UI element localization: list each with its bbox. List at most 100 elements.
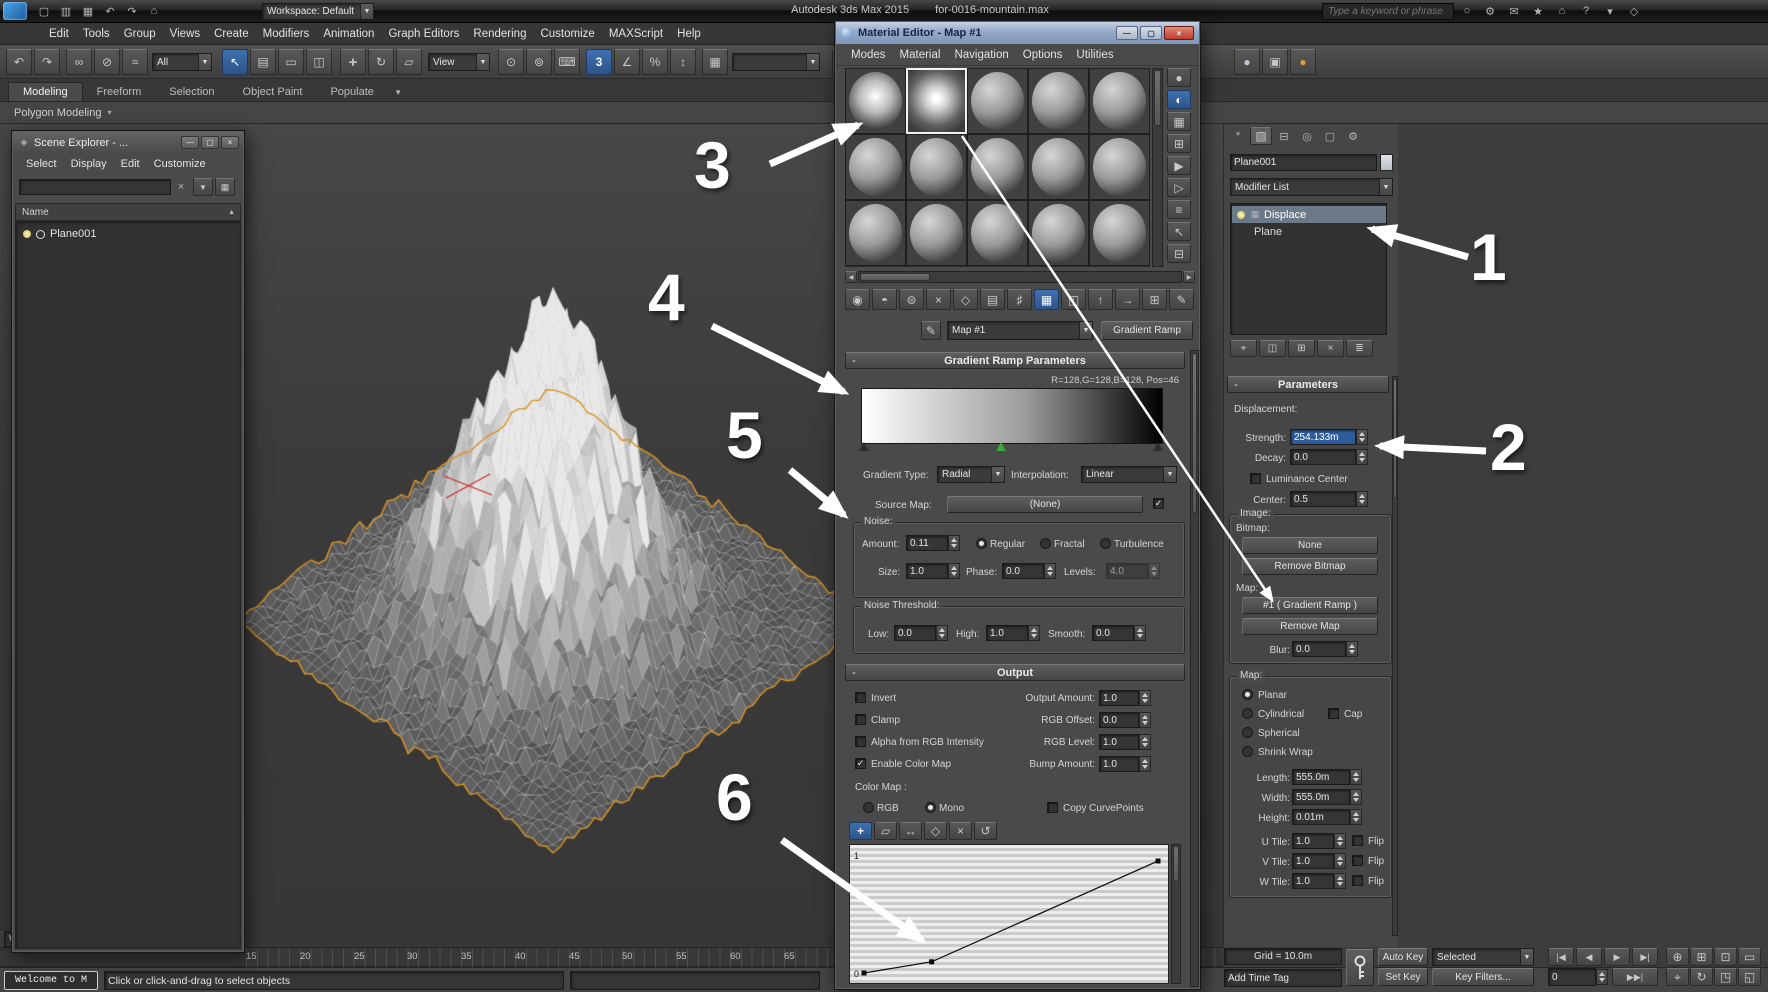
rgb-radio[interactable] (863, 802, 874, 813)
scroll-left-icon[interactable]: ◀ (845, 271, 857, 283)
auto-key-button[interactable]: Auto Key (1378, 948, 1428, 966)
name-column-header[interactable]: Name ▲ (15, 203, 241, 221)
output-rollout[interactable]: -Output (845, 664, 1185, 681)
high-field[interactable]: 1.0 (986, 625, 1028, 641)
smooth-spinner[interactable] (1134, 625, 1146, 641)
bitmap-none-button[interactable]: None (1242, 537, 1378, 554)
show-end-result-icon[interactable]: ◫ (1259, 340, 1286, 357)
go-forward-sibling-icon[interactable]: → (1115, 289, 1140, 310)
sample-slot-6[interactable] (845, 134, 906, 200)
select-move-icon[interactable]: + (340, 49, 366, 75)
menu-rendering[interactable]: Rendering (466, 26, 533, 42)
decay-field[interactable]: 0.0 (1290, 449, 1356, 465)
menu-maxscript[interactable]: MAXScript (602, 26, 670, 42)
tab-motion-icon[interactable]: ◎ (1296, 127, 1318, 145)
gradient-flag-end[interactable] (1153, 442, 1163, 451)
curve-scrollbar[interactable] (1171, 844, 1181, 984)
render-production-icon[interactable]: ● (1290, 49, 1316, 75)
height-field[interactable]: 0.01m (1292, 809, 1350, 825)
width-field[interactable]: 555.0m (1292, 789, 1350, 805)
blur-spinner[interactable] (1346, 641, 1358, 657)
welcome-button[interactable]: Welcome to M (4, 971, 98, 990)
rendered-frame-window-icon[interactable]: ▣ (1262, 49, 1288, 75)
select-object-icon[interactable]: ↖ (222, 49, 248, 75)
sign-in-icon[interactable]: ⚙ (1480, 2, 1500, 20)
material-editor-scrollbar[interactable] (1190, 350, 1199, 987)
luminance-center-checkbox[interactable] (1250, 473, 1261, 484)
low-field[interactable]: 0.0 (894, 625, 936, 641)
communication-icon[interactable]: ✉ (1504, 2, 1524, 20)
levels-field[interactable]: 4.0 (1106, 563, 1148, 579)
undo-icon[interactable]: ↶ (6, 49, 32, 75)
make-unique-icon[interactable]: ◇ (953, 289, 978, 310)
sample-slot-8[interactable] (967, 134, 1028, 200)
slots-vertical-scrollbar[interactable] (1152, 68, 1163, 267)
object-color-swatch[interactable] (1380, 154, 1393, 171)
column-chooser-icon[interactable]: ▦ (215, 178, 235, 196)
modifier-list-dropdown[interactable]: Modifier List▼ (1230, 178, 1393, 196)
get-material-icon[interactable]: ◉ (845, 289, 870, 310)
tab-populate[interactable]: Populate (316, 83, 387, 101)
pan-icon[interactable]: ⌖ (1666, 968, 1689, 986)
keyboard-override-icon[interactable]: ⌨ (554, 49, 580, 75)
frame-spinner[interactable] (1596, 969, 1608, 985)
scroll-right-icon[interactable]: ▶ (1183, 271, 1195, 283)
bump-amount-spinner[interactable] (1139, 756, 1151, 772)
favorites-star-icon[interactable]: ★ (1528, 2, 1548, 20)
maximize-icon[interactable]: ▢ (1140, 26, 1162, 40)
put-to-library-icon[interactable]: ▤ (980, 289, 1005, 310)
assign-to-selection-icon[interactable]: ⊜ (899, 289, 924, 310)
bump-amount-field[interactable]: 1.0 (1099, 756, 1139, 772)
orbit-icon[interactable]: ↻ (1690, 968, 1713, 986)
redo-icon[interactable]: ↷ (34, 49, 60, 75)
sample-uv-icon[interactable]: ⊞ (1142, 289, 1167, 310)
go-to-parent-icon[interactable]: ↑ (1088, 289, 1113, 310)
me-menu-utilities[interactable]: Utilities (1069, 47, 1120, 63)
show-map-in-viewport-icon[interactable]: ▦ (1034, 289, 1059, 310)
u-tile-spinner[interactable] (1334, 833, 1346, 849)
clamp-checkbox[interactable] (855, 714, 866, 725)
tab-display-icon[interactable]: ▢ (1319, 127, 1341, 145)
sample-slot-11[interactable] (845, 200, 906, 266)
se-menu-select[interactable]: Select (19, 156, 64, 172)
strength-spinner[interactable] (1356, 429, 1368, 445)
tab-utilities-icon[interactable]: ⚙ (1342, 127, 1364, 145)
shrink-wrap-radio[interactable] (1242, 746, 1253, 757)
unlink-icon[interactable]: ⊘ (94, 49, 120, 75)
me-menu-modes[interactable]: Modes (844, 47, 893, 63)
maximize-viewport-icon[interactable]: ◱ (1738, 968, 1761, 986)
sample-slot-4[interactable] (1028, 68, 1089, 134)
more-options-icon[interactable]: ▾ (1600, 2, 1620, 20)
window-crossing-icon[interactable]: ◫ (306, 49, 332, 75)
tab-hierarchy-icon[interactable]: ⊟ (1273, 127, 1295, 145)
scene-tree[interactable]: Plane001 (15, 221, 241, 949)
blur-field[interactable]: 0.0 (1292, 641, 1346, 657)
menu-modifiers[interactable]: Modifiers (256, 26, 317, 42)
remove-map-button[interactable]: Remove Map (1242, 618, 1378, 635)
select-manipulate-icon[interactable]: ⊚ (526, 49, 552, 75)
edit-selection-sets-icon[interactable]: ▦ (702, 49, 728, 75)
go-to-end-button[interactable]: ▶▶| (1612, 968, 1658, 986)
delete-point-icon[interactable]: × (949, 822, 972, 840)
menu-customize[interactable]: Customize (533, 26, 601, 42)
sample-slot-12[interactable] (906, 200, 967, 266)
gradient-flag-start[interactable] (859, 442, 869, 451)
source-map-button[interactable]: (None) (947, 496, 1143, 513)
ribbon-panel-polygon-modeling[interactable]: Polygon Modeling (14, 107, 101, 119)
amount-field[interactable]: 0.11 (906, 535, 948, 551)
percent-snap-icon[interactable]: % (642, 49, 668, 75)
visibility-bulb-icon[interactable] (1237, 211, 1245, 219)
output-amount-field[interactable]: 1.0 (1099, 690, 1139, 706)
reset-map-icon[interactable]: × (926, 289, 951, 310)
turbulence-radio[interactable] (1100, 538, 1111, 549)
minimize-icon[interactable]: — (181, 136, 199, 149)
maximize-icon[interactable]: ▢ (201, 136, 219, 149)
rgb-level-spinner[interactable] (1139, 734, 1151, 750)
invert-checkbox[interactable] (855, 692, 866, 703)
gradient-ramp-bar[interactable] (861, 388, 1163, 444)
v-tile-spinner[interactable] (1334, 853, 1346, 869)
parameters-rollout[interactable]: -Parameters (1227, 376, 1389, 393)
pin-stack-icon[interactable]: ⌖ (1230, 340, 1257, 357)
field-of-view-icon[interactable]: ▭ (1738, 948, 1761, 966)
amount-spinner[interactable] (948, 535, 960, 551)
